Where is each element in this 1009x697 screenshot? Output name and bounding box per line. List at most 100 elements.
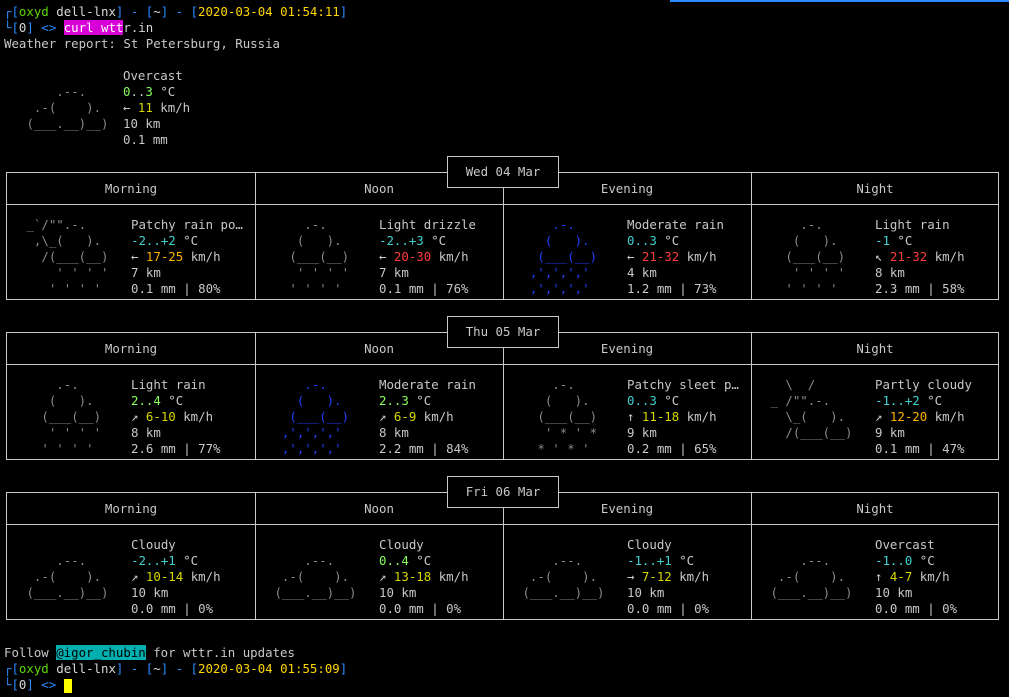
prompt-host: dell-lnx — [56, 661, 116, 676]
follow-line: Follow @igor_chubin for wttr.in updates — [4, 645, 295, 660]
wind-direction-icon: ↗ — [131, 569, 146, 584]
temperature-unit: °C — [408, 553, 432, 568]
wind-direction-icon: → — [627, 569, 642, 584]
wind: ↗ 6-9 km/h — [379, 409, 476, 425]
forecast-details: Light rain -1 °C ↖ 21-32 km/h 8 km 2.3 mm | … — [875, 217, 965, 297]
condition: Cloudy — [131, 537, 176, 552]
day-label: Wed 04 Mar — [447, 156, 559, 188]
current-temperature: 0..3 °C — [123, 84, 176, 99]
wind-unit: km/h — [183, 569, 221, 584]
period-name: Morning — [104, 181, 158, 196]
precipitation: 0.0 mm | 0% — [379, 601, 462, 616]
weather-art: .--. .-( ). (___.__)__) — [770, 553, 853, 600]
wind-direction-icon: ↗ — [131, 409, 146, 424]
text-cursor[interactable] — [63, 678, 72, 693]
temperature: -2..+3 °C — [379, 233, 476, 249]
temperature: 2..4 °C — [131, 393, 221, 409]
wind-speed: 11-18 — [641, 409, 680, 424]
wind-unit: km/h — [927, 409, 965, 424]
twitter-handle-link[interactable]: @igor_chubin — [56, 645, 146, 660]
forecast-cell: .--. .-( ). (___.__)__) Cloudy -1..+1 °C → … — [503, 533, 751, 617]
weather-art: .--. .-( ). (___.__)__) — [26, 553, 109, 600]
visibility: 7 km — [379, 265, 409, 280]
visibility: 4 km — [627, 265, 657, 280]
weather-art: .-. ( ). (___(__) ‚'‚'‚'‚' ‚'‚'‚'‚' — [281, 377, 350, 456]
current-weather-art: .--. .-( ). (___.__)__) — [26, 84, 109, 131]
temperature-unit: °C — [889, 233, 913, 248]
wind-unit: km/h — [671, 569, 710, 584]
temperature-value: 0..3 — [627, 393, 657, 408]
wind: ↗ 12-20 km/h — [875, 409, 972, 425]
forecast-details: Partly cloudy -1..+2 °C ↗ 12-20 km/h 9 km 0.… — [875, 377, 972, 457]
temperature-unit: °C — [408, 393, 432, 408]
terminal-top-bar — [0, 0, 1009, 2]
wind-unit: km/h — [927, 249, 965, 264]
forecast-cell: .-. ( ). (___(__) ‚'‚'‚'‚' ‚'‚'‚'‚' Moder… — [503, 213, 751, 297]
temperature: 2..3 °C — [379, 393, 476, 409]
forecast-cell: .-. ( ). (___(__) ' ' ' ' ' ' ' ' Light r… — [751, 213, 999, 297]
visibility: 8 km — [379, 425, 409, 440]
wind-speed: 7-12 — [641, 569, 672, 584]
temperature-unit: °C — [175, 233, 199, 248]
wind-speed: 21-32 — [889, 249, 928, 264]
wind: ↑ 11-18 km/h — [627, 409, 739, 425]
forecast-details: Cloudy -1..+1 °C → 7-12 km/h 10 km 0.0 mm | … — [627, 537, 709, 617]
command-line[interactable]: └[0] <> curl wttr.in — [4, 20, 153, 36]
input-line[interactable]: └[0] <> — [4, 677, 72, 693]
forecast-cell: .--. .-( ). (___.__)__) Overcast -1..0 °C ↑… — [751, 533, 999, 617]
condition: Moderate rain — [379, 377, 476, 392]
wind-direction-icon: ↗ — [379, 409, 394, 424]
visibility: 7 km — [131, 265, 161, 280]
temperature-value: -2..+2 — [131, 233, 176, 248]
temperature: 0..4 °C — [379, 553, 469, 569]
wind-unit: km/h — [679, 249, 717, 264]
weather-art: .-. ( ). (___(__) ‚'‚'‚'‚' ‚'‚'‚'‚' — [529, 217, 598, 296]
precipitation: 2.2 mm | 84% — [379, 441, 469, 456]
wind-speed: 12-20 — [889, 409, 928, 424]
condition: Cloudy — [627, 537, 672, 552]
condition: Light rain — [875, 217, 950, 232]
forecast-details: Light drizzle -2..+3 °C ← 20-30 km/h 7 km 0.… — [379, 217, 476, 297]
forecast-details: Overcast -1..0 °C ↑ 4-7 km/h 10 km 0.0 mm | … — [875, 537, 957, 617]
forecast-details: Moderate rain 0..3 °C ← 21-32 km/h 4 km 1.2 … — [627, 217, 724, 297]
wind-unit: km/h — [679, 409, 717, 424]
current-wind: ← 11 km/h — [123, 100, 191, 115]
condition: Moderate rain — [627, 217, 724, 232]
wind: ↗ 10-14 km/h — [131, 569, 221, 585]
wind-direction-icon: ↖ — [875, 249, 890, 264]
temperature-unit: °C — [423, 233, 447, 248]
wind-unit: km/h — [183, 249, 221, 264]
visibility: 10 km — [875, 585, 913, 600]
visibility: 9 km — [875, 425, 905, 440]
condition: Light drizzle — [379, 217, 476, 232]
precipitation: 0.0 mm | 0% — [627, 601, 710, 616]
temperature-unit: °C — [656, 393, 680, 408]
forecast-cell: .--. .-( ). (___.__)__) Cloudy -2..+1 °C ↗ … — [7, 533, 255, 616]
visibility: 10 km — [379, 585, 417, 600]
wind-speed: 10-14 — [145, 569, 184, 584]
prompt-dir: ~ — [153, 4, 161, 19]
precipitation: 0.0 mm | 0% — [131, 601, 214, 616]
condition: Patchy sleet p… — [627, 377, 739, 392]
forecast-details: Patchy sleet p… 0..3 °C ↑ 11-18 km/h 9 km 0.… — [627, 377, 739, 457]
wind-direction-icon: ← — [627, 249, 642, 264]
visibility: 10 km — [131, 585, 169, 600]
wind: ↗ 6-10 km/h — [131, 409, 221, 425]
prompt-user: oxyd — [18, 661, 49, 676]
wind-speed: 6-10 — [145, 409, 176, 424]
temperature-value: -1..0 — [875, 553, 913, 568]
wind-direction-icon: ↗ — [875, 409, 890, 424]
wind-unit: km/h — [431, 249, 469, 264]
forecast-cell: \ / _ /"".-. \_( ). /(___(__) Partly clou… — [751, 373, 999, 457]
wind-speed: 21-32 — [641, 249, 680, 264]
command-rest: r.in — [123, 20, 154, 35]
visibility: 9 km — [627, 425, 657, 440]
period-name: Morning — [104, 341, 158, 356]
precipitation: 0.0 mm | 0% — [875, 601, 958, 616]
day-label: Thu 05 Mar — [447, 316, 559, 348]
forecast-cell: _`/"".-. ,\_( ). /(___(__) ' ' ' ' ' ' '… — [7, 213, 255, 296]
temperature-value: 2..4 — [131, 393, 161, 408]
condition: Cloudy — [379, 537, 424, 552]
forecast-table: Morning .-. ( ). (___(__) ' ' ' ' ' ' ' … — [6, 332, 999, 460]
temperature: -2..+1 °C — [131, 553, 221, 569]
